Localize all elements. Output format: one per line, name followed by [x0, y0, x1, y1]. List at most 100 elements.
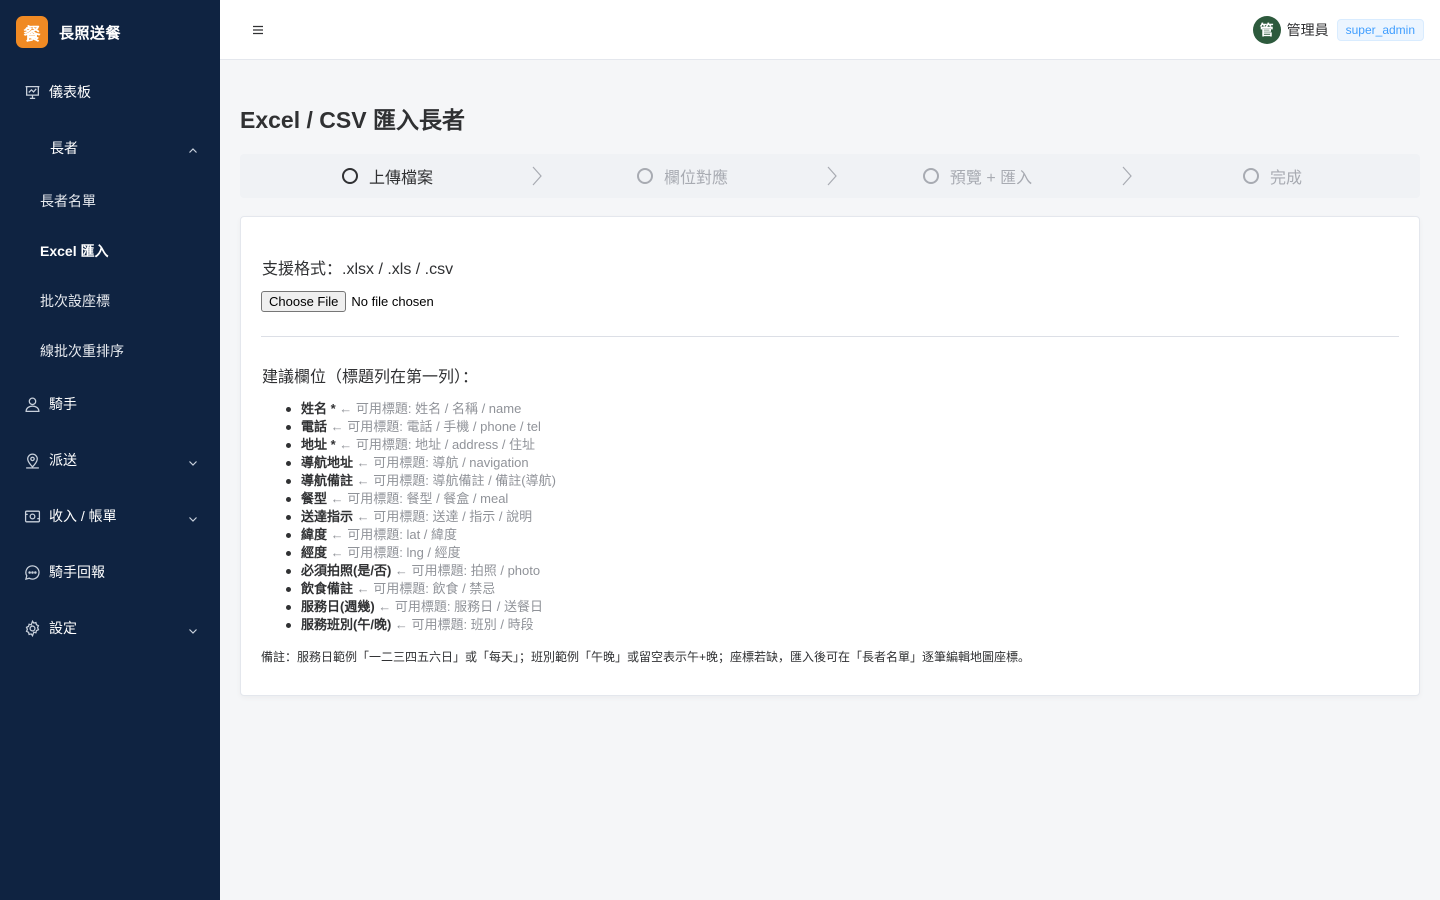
sidebar-item-label: 設定 [49, 620, 77, 636]
sidebar-item-label: 騎手回報 [49, 564, 105, 580]
list-item: 電話 ← 可用標題: 電話 / 手機 / phone / tel [281, 418, 556, 436]
field-hint: ← 可用標題: 班別 / 時段 [391, 617, 534, 632]
choose-file-button[interactable]: Choose File [261, 291, 347, 312]
sidebar-item-dispatch[interactable]: 派送 [0, 438, 220, 482]
field-name: 餐型 [301, 491, 328, 506]
field-name: 飲食備註 [301, 581, 354, 596]
list-item: 導航地址 ← 可用標題: 導航 / navigation [281, 454, 556, 472]
chat-dots-icon [24, 564, 41, 581]
field-hint: ← 可用標題: 飲食 / 禁忌 [353, 581, 496, 596]
list-item: 姓名 * ← 可用標題: 姓名 / 名稱 / name [281, 400, 556, 418]
menu-toggle-icon[interactable] [252, 23, 264, 37]
avatar: 管 [1252, 16, 1281, 44]
field-hint: ← 可用標題: 服務日 / 送餐日 [374, 599, 543, 614]
chevron-down-icon [188, 623, 198, 634]
sidebar-subitem-batch-coords[interactable]: 批次設座標 [0, 279, 220, 323]
field-name: 緯度 [301, 527, 328, 542]
suggested-fields-list: 姓名 * ← 可用標題: 姓名 / 名稱 / name 電話 ← 可用標題: 電… [281, 400, 556, 634]
divider [261, 336, 1399, 337]
brand-name: 長照送餐 [59, 24, 122, 42]
field-name: 導航地址 [301, 455, 354, 470]
sidebar-item-label: 長者 [50, 140, 78, 156]
sidebar-item-dashboard[interactable]: 儀表板 [0, 70, 220, 114]
list-item: 緯度 ← 可用標題: lat / 緯度 [281, 526, 556, 544]
step-preview-import: 預覽 + 匯入 [830, 154, 1132, 198]
user-name: 管理員 [1286, 22, 1329, 38]
sidebar-item-riders[interactable]: 騎手 [0, 382, 220, 426]
chevron-down-icon [188, 455, 198, 466]
field-name: 服務日(週幾) [301, 599, 375, 614]
sidebar-subitem-excel-import[interactable]: Excel 匯入 [0, 229, 220, 273]
gear-icon [24, 619, 41, 637]
step-circle-icon [922, 168, 939, 184]
step-label: 完成 [1269, 170, 1302, 187]
field-hint: ← 可用標題: 導航 / navigation [353, 455, 529, 470]
list-item: 送達指示 ← 可用標題: 送達 / 指示 / 說明 [281, 508, 556, 526]
sidebar-item-rider-reports[interactable]: 騎手回報 [0, 550, 220, 594]
steps-bar: 上傳檔案 欄位對應 預覽 + 匯入 完成 [240, 154, 1420, 198]
page-title: Excel / CSV 匯入長者 [240, 107, 465, 133]
list-item: 經度 ← 可用標題: lng / 經度 [281, 544, 556, 562]
sidebar-item-label: 派送 [49, 452, 77, 468]
field-hint: ← 可用標題: lat / 緯度 [327, 527, 458, 542]
chevron-down-icon [188, 511, 198, 522]
field-hint: ← 可用標題: lng / 經度 [327, 545, 461, 560]
sidebar-group-elders[interactable]: 長者 [0, 126, 220, 170]
supported-formats: 支援格式：.xlsx / .xls / .csv [262, 261, 454, 278]
main-content: Excel / CSV 匯入長者 上傳檔案 欄位對應 預覽 + 匯入 完成 支援… [220, 61, 1440, 900]
sidebar-subitem-elder-list[interactable]: 長者名單 [0, 179, 220, 223]
field-hint: ← 可用標題: 送達 / 指示 / 說明 [353, 509, 533, 524]
field-hint: ← 可用標題: 導航備註 / 備註(導航) [353, 473, 556, 488]
sidebar-item-settings[interactable]: 設定 [0, 606, 220, 650]
field-hint: ← 可用標題: 電話 / 手機 / phone / tel [327, 419, 541, 434]
chevron-up-icon [188, 143, 198, 153]
list-item: 服務班別(午/晚) ← 可用標題: 班別 / 時段 [281, 616, 556, 634]
list-item: 餐型 ← 可用標題: 餐型 / 餐盒 / meal [281, 490, 556, 508]
field-name: 必須拍照(是/否) [301, 563, 392, 578]
step-upload: 上傳檔案 [240, 154, 542, 198]
step-label: 欄位對應 [663, 170, 728, 187]
list-item: 導航備註 ← 可用標題: 導航備註 / 備註(導航) [281, 472, 556, 490]
field-hint: ← 可用標題: 地址 / address / 住址 [335, 437, 536, 452]
field-hint: ← 可用標題: 餐型 / 餐盒 / meal [327, 491, 509, 506]
sidebar-item-label: 儀表板 [49, 84, 91, 100]
suggested-fields-title: 建議欄位（標題列在第一列）： [262, 369, 479, 386]
sidebar-subitem-batch-reorder[interactable]: 線批次重排序 [0, 329, 220, 373]
field-name: 地址 * [301, 437, 336, 452]
field-name: 導航備註 [301, 473, 354, 488]
field-hint: ← 可用標題: 拍照 / photo [391, 563, 541, 578]
field-name: 電話 [301, 419, 328, 434]
top-header: 管 管理員 super_admin [220, 0, 1440, 60]
field-name: 送達指示 [301, 509, 354, 524]
brand[interactable]: 餐 長照送餐 [0, 0, 220, 64]
field-name: 服務班別(午/晚) [301, 617, 392, 632]
user-menu[interactable]: 管 管理員 super_admin [1252, 16, 1424, 44]
step-circle-icon [1242, 168, 1259, 184]
step-label: 預覽 + 匯入 [949, 170, 1033, 187]
user-icon [24, 396, 41, 413]
field-name: 姓名 * [301, 401, 336, 416]
step-done: 完成 [1125, 154, 1420, 198]
role-badge: super_admin [1336, 19, 1424, 41]
file-input[interactable]: Choose File No file chosen [261, 291, 434, 312]
list-item: 必須拍照(是/否) ← 可用標題: 拍照 / photo [281, 562, 556, 580]
step-circle-icon [341, 168, 358, 184]
sidebar: 餐 長照送餐 儀表板 長者 長者名單 Excel 匯入 批次設座標 線批次重排序… [0, 0, 220, 900]
field-name: 經度 [301, 545, 328, 560]
upload-card: 支援格式：.xlsx / .xls / .csv Choose File No … [240, 216, 1420, 696]
location-icon [24, 452, 41, 469]
list-item: 飲食備註 ← 可用標題: 飲食 / 禁忌 [281, 580, 556, 598]
step-circle-icon [636, 168, 653, 184]
import-note: 備註：服務日範例「一二三四五六日」或「每天」；班別範例「午晚」或留空表示午+晚；… [261, 650, 1031, 664]
sidebar-item-label: 騎手 [49, 396, 77, 412]
step-mapping: 欄位對應 [535, 154, 837, 198]
step-label: 上傳檔案 [368, 170, 433, 187]
sidebar-item-billing[interactable]: 收入 / 帳單 [0, 494, 220, 538]
field-hint: ← 可用標題: 姓名 / 名稱 / name [335, 401, 522, 416]
sidebar-item-label: 收入 / 帳單 [49, 508, 117, 524]
list-item: 地址 * ← 可用標題: 地址 / address / 住址 [281, 436, 556, 454]
brand-logo: 餐 [16, 16, 48, 48]
money-icon [24, 508, 41, 525]
file-status: No file chosen [351, 294, 434, 309]
list-item: 服務日(週幾) ← 可用標題: 服務日 / 送餐日 [281, 598, 556, 616]
